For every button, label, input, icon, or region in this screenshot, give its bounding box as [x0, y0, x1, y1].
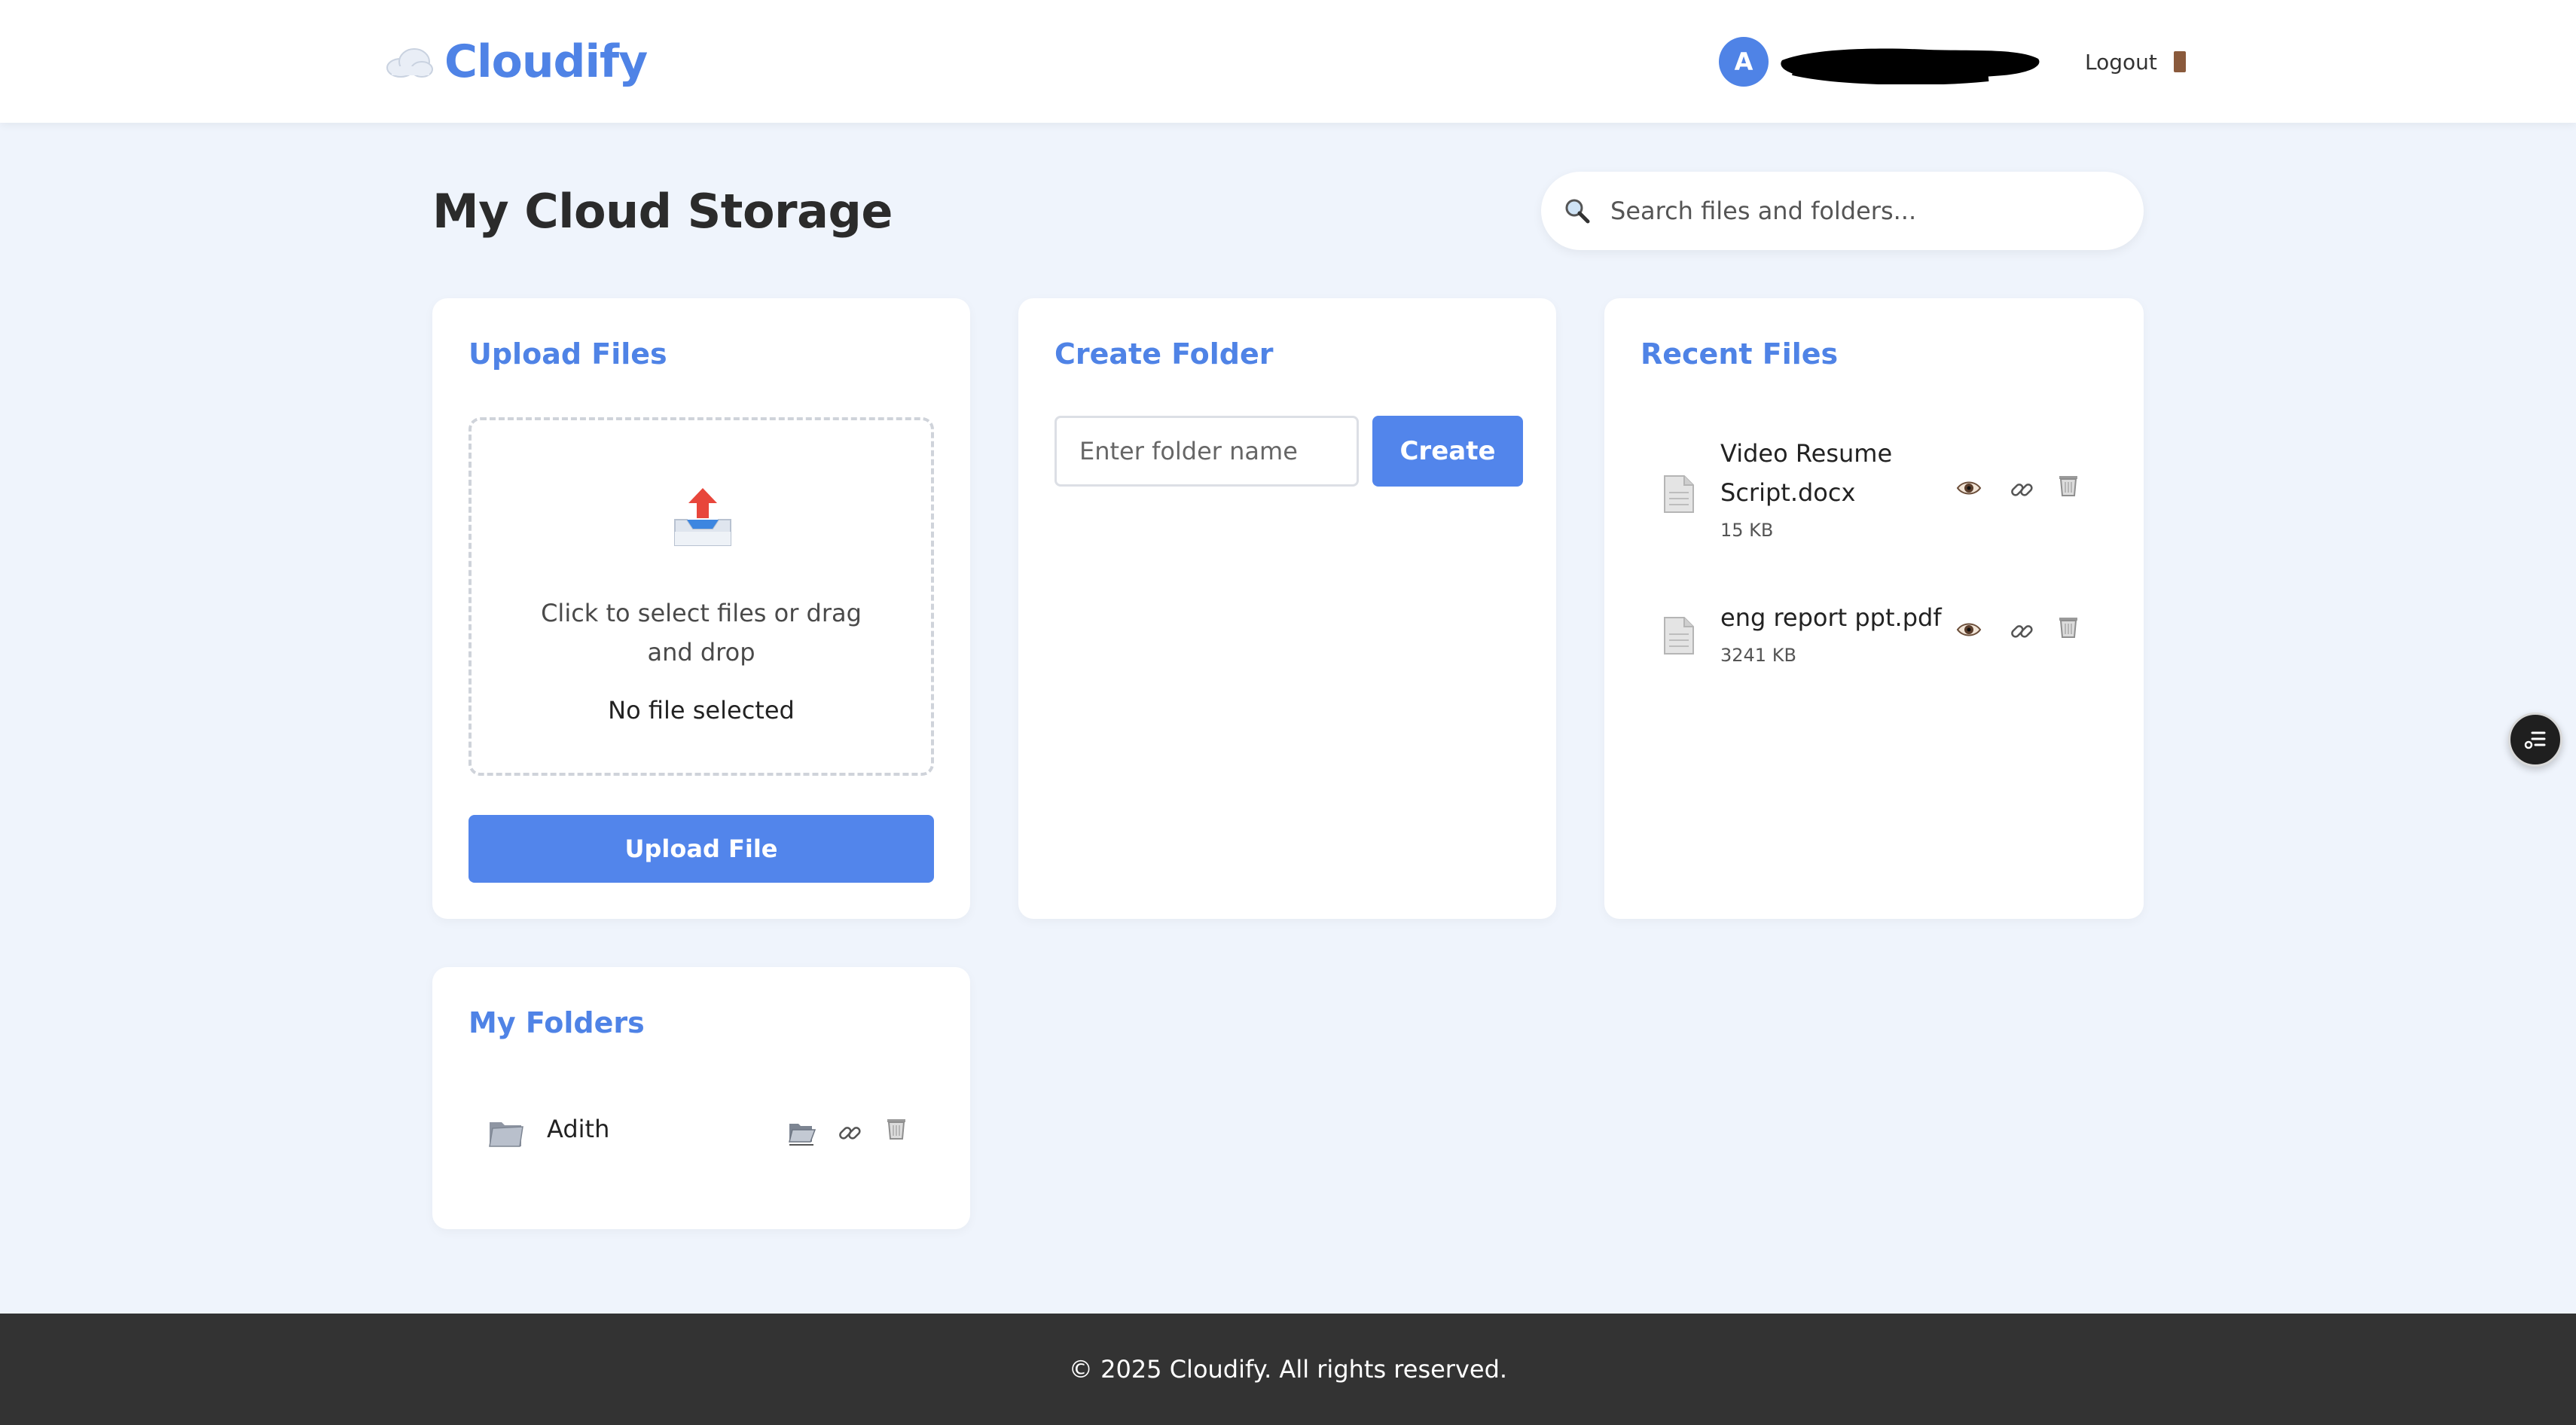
- floating-assistant-button[interactable]: [2508, 712, 2562, 767]
- file-name: Video Resume Script.docx: [1720, 439, 1893, 507]
- my-folders-title: My Folders: [469, 1006, 645, 1039]
- search-input[interactable]: [1610, 197, 2123, 225]
- logout-label: Logout: [2085, 49, 2157, 75]
- search-icon: [1565, 199, 1590, 224]
- file-status: No file selected: [608, 696, 795, 725]
- link-icon[interactable]: [836, 1119, 863, 1146]
- file-name: eng report ppt.pdf: [1720, 603, 1942, 632]
- file-size: 15 KB: [1720, 520, 1774, 541]
- create-folder-card: Create Folder Create: [1018, 298, 1556, 919]
- link-icon[interactable]: [2008, 476, 2035, 503]
- top-header: Cloudify A Logout: [0, 0, 2576, 123]
- user-avatar[interactable]: A: [1719, 37, 1769, 87]
- page-title: My Cloud Storage: [432, 184, 893, 239]
- cloud-icon: [386, 48, 433, 78]
- brand-name: Cloudify: [444, 35, 648, 88]
- inbox-upload-icon: [674, 488, 731, 546]
- document-icon: [1664, 617, 1694, 655]
- logout-button[interactable]: Logout: [2085, 44, 2186, 80]
- file-row[interactable]: eng report ppt.pdf 3241 KB: [1604, 598, 2144, 681]
- brand-logo[interactable]: Cloudify: [384, 30, 648, 93]
- door-icon: [2173, 51, 2186, 72]
- file-size: 3241 KB: [1720, 645, 1796, 666]
- create-folder-button[interactable]: Create: [1372, 416, 1523, 487]
- link-icon[interactable]: [2008, 618, 2035, 645]
- trash-icon[interactable]: [2055, 471, 2082, 499]
- page-footer: © 2025 Cloudify. All rights reserved.: [0, 1314, 2576, 1425]
- upload-file-button[interactable]: Upload File: [469, 815, 934, 883]
- folder-icon: [489, 1122, 523, 1147]
- eye-icon[interactable]: [1955, 616, 1982, 643]
- open-folder-icon[interactable]: [788, 1119, 816, 1146]
- upload-files-card: Upload Files Click to select files or dr…: [432, 298, 970, 919]
- eye-icon[interactable]: [1955, 474, 1982, 502]
- list-settings-icon: [2524, 731, 2546, 749]
- search-box[interactable]: [1541, 172, 2144, 250]
- redacted-username: [1781, 48, 2040, 84]
- file-row[interactable]: Video Resume Script.docx 15 KB: [1604, 434, 2144, 554]
- create-folder-title: Create Folder: [1055, 337, 1274, 371]
- upload-files-title: Upload Files: [469, 337, 667, 371]
- footer-copyright: © 2025 Cloudify. All rights reserved.: [1068, 1355, 1508, 1384]
- recent-files-title: Recent Files: [1641, 337, 1839, 371]
- folder-row[interactable]: Adith: [432, 1103, 970, 1163]
- trash-icon[interactable]: [883, 1115, 910, 1142]
- file-dropzone[interactable]: Click to select files or drag and drop N…: [469, 417, 934, 776]
- folder-name: Adith: [547, 1115, 610, 1143]
- dropzone-instructions: Click to select files or drag and drop: [541, 599, 862, 667]
- document-icon: [1664, 475, 1694, 513]
- trash-icon[interactable]: [2055, 613, 2082, 640]
- folder-name-input[interactable]: [1055, 416, 1359, 487]
- my-folders-card: My Folders Adith: [432, 967, 970, 1229]
- recent-files-card: Recent Files Video Resume Script.docx 15…: [1604, 298, 2144, 919]
